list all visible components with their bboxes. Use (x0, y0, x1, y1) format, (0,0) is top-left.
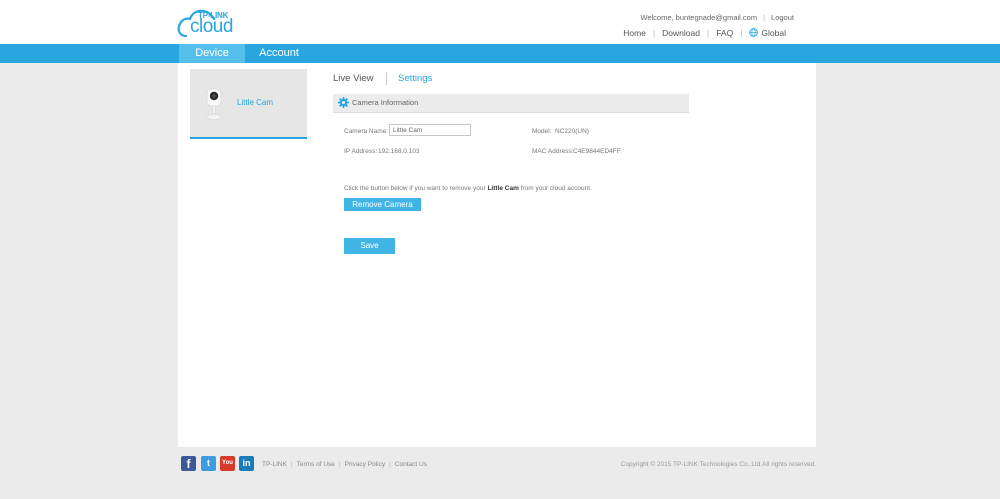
footer-link-contact[interactable]: Contact Us (395, 461, 427, 468)
ip-address-label: IP Address: (344, 148, 378, 155)
remove-text-device: Little Cam (487, 185, 519, 192)
camera-information-header: Camera Information (333, 94, 689, 113)
tab-device[interactable]: Device (179, 44, 245, 63)
tab-live-view[interactable]: Live View (333, 73, 374, 84)
facebook-icon[interactable]: f (181, 456, 196, 471)
footer-link-tplink[interactable]: TP-LINK (262, 461, 287, 468)
footer-link-terms[interactable]: Terms of Use (297, 461, 335, 468)
download-link[interactable]: Download (662, 28, 700, 38)
device-card-little-cam[interactable]: Little Cam (190, 69, 307, 139)
camera-device-icon (206, 88, 222, 120)
footer: f t You in TP-LINK | Terms of Use | Privacy … (180, 455, 820, 473)
save-button[interactable]: Save (344, 238, 395, 254)
gear-icon (338, 97, 349, 108)
remove-text-before: Click the button below if you want to re… (344, 185, 488, 192)
camera-name-label: Camera Name: (344, 128, 389, 135)
top-header: TP-LINK cloud Welcome, buntegnade@gmail.… (0, 0, 1000, 44)
tab-settings[interactable]: Settings (398, 73, 432, 84)
content-panel: Little Cam Live View Settings Camera Inf… (178, 63, 816, 447)
remove-text-after: from your cloud account. (518, 185, 592, 192)
ip-address-value: 192.168.0.103 (378, 148, 420, 155)
global-link[interactable]: Global (749, 28, 786, 38)
welcome-text: Welcome, buntegnade@gmail.com (640, 13, 758, 22)
mac-address-value: C4E9844ED4FF (573, 148, 621, 155)
logout-link[interactable]: Logout (771, 13, 794, 22)
model-value: NC220(UN) (555, 128, 589, 135)
camera-name-input[interactable] (389, 124, 471, 136)
section-title: Camera Information (352, 98, 419, 107)
remove-camera-button[interactable]: Remove Camera (344, 198, 421, 211)
global-label: Global (761, 28, 786, 38)
tab-account[interactable]: Account (249, 44, 309, 63)
subtab-divider (386, 72, 387, 85)
tp-link-cloud-logo[interactable]: TP-LINK cloud (176, 5, 242, 39)
twitter-icon[interactable]: t (201, 456, 216, 471)
copyright-text: Copyright © 2015 TP-LINK Technologies Co… (620, 461, 816, 468)
faq-link[interactable]: FAQ (716, 28, 733, 38)
linkedin-icon[interactable]: in (239, 456, 254, 471)
remove-camera-instructions: Click the button below if you want to re… (344, 185, 592, 192)
home-link[interactable]: Home (623, 28, 646, 38)
youtube-icon[interactable]: You (220, 456, 235, 471)
globe-icon (749, 28, 759, 37)
main-nav: Device Account (0, 44, 1000, 63)
welcome-line: Welcome, buntegnade@gmail.com | Logout (640, 13, 794, 22)
mac-address-label: MAC Address: (532, 148, 574, 155)
model-label: Model: (532, 128, 552, 135)
device-name: Little Cam (237, 98, 274, 107)
top-links: Home | Download | FAQ | Global (623, 28, 786, 38)
logo-word-text: cloud (190, 16, 233, 37)
footer-link-privacy[interactable]: Privacy Policy (345, 461, 385, 468)
footer-links: TP-LINK | Terms of Use | Privacy Policy | Cont… (262, 461, 427, 468)
